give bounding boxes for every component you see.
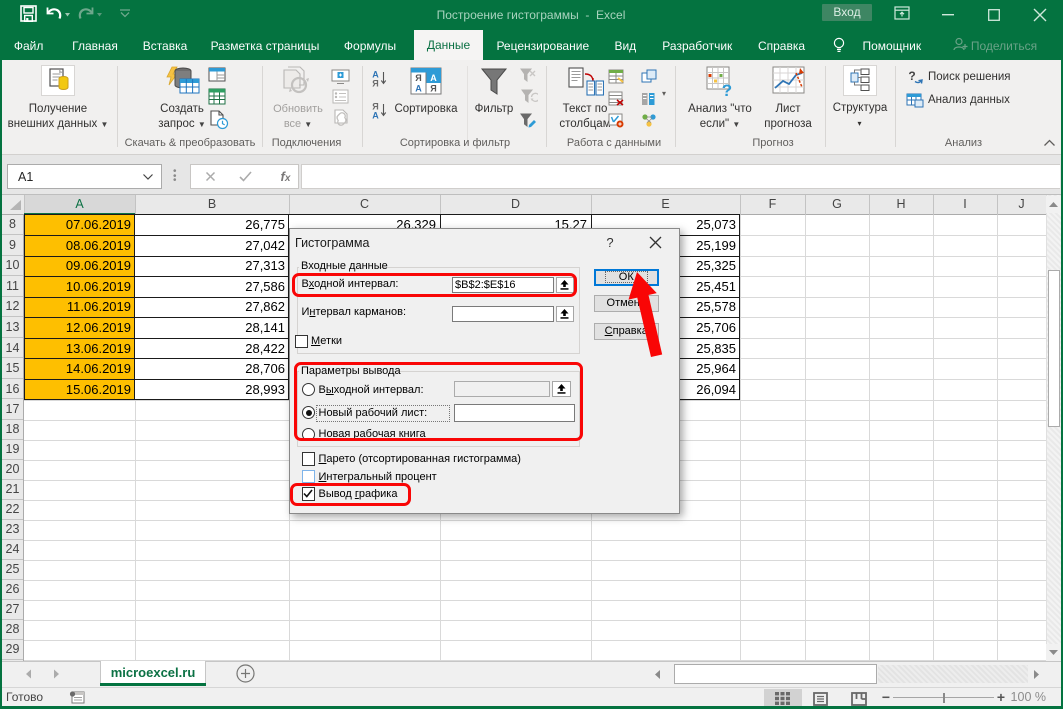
svg-text:?: ? [908,69,915,83]
svg-text:Я: Я [372,79,378,88]
svg-text:А: А [415,84,422,94]
svg-text:Я: Я [430,84,436,94]
svg-text:А: А [430,73,437,83]
svg-text:?: ? [722,81,732,98]
svg-text:Я: Я [415,73,421,83]
